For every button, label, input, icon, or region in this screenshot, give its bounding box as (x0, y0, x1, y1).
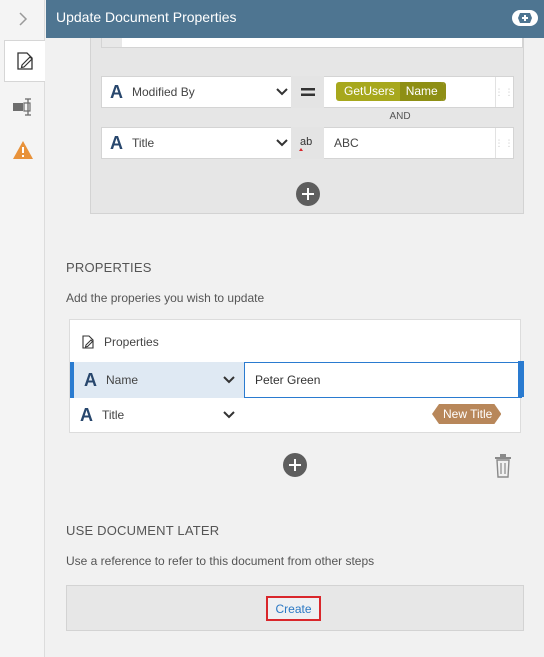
trash-icon[interactable] (494, 454, 512, 478)
use-later-section-description: Use a reference to refer to this documen… (66, 554, 375, 568)
properties-card-title: Properties (104, 335, 159, 349)
text-field-icon: A (84, 369, 97, 390)
chevron-down-icon (223, 411, 235, 419)
property-row: A Title New Title (70, 397, 520, 433)
property-field-label: Title (102, 408, 125, 422)
condition-field-label: Title (132, 136, 155, 150)
property-value-input[interactable]: Peter Green (244, 362, 522, 398)
properties-doc-icon (82, 335, 94, 349)
condition-value-field[interactable]: ABC (324, 128, 496, 158)
text-contains-icon[interactable]: ab (291, 127, 324, 159)
add-property-button[interactable] (283, 453, 307, 477)
property-value-text: Peter Green (255, 373, 321, 387)
chevron-down-icon (276, 139, 288, 147)
properties-card: Properties A Name Peter Green A Title Ne… (69, 319, 522, 433)
expand-chevron-icon[interactable] (0, 0, 45, 38)
condition-row: A Title ab ABC ⋮⋮ (101, 127, 514, 159)
property-value-field[interactable]: New Title (244, 397, 520, 433)
condition-value-text: ABC (334, 136, 359, 150)
text-field-icon: A (80, 404, 93, 425)
create-reference-link[interactable]: Create (266, 596, 321, 621)
properties-section-description: Add the properies you wish to update (66, 291, 265, 305)
property-field-select[interactable]: A Name (70, 362, 244, 398)
warning-icon[interactable] (0, 136, 45, 164)
variable-token[interactable]: GetUsers Name (336, 82, 444, 101)
condition-field-select[interactable]: A Title (102, 128, 291, 158)
property-field-select[interactable]: A Title (70, 397, 244, 433)
use-later-section-title: USE DOCUMENT LATER (66, 523, 220, 538)
token-source: GetUsers (336, 82, 400, 101)
drag-handle-icon[interactable]: ⋮⋮ (495, 128, 514, 158)
property-row: A Name Peter Green (70, 362, 522, 398)
panel-title: Update Document Properties (56, 9, 237, 25)
chevron-down-icon (276, 88, 288, 96)
new-title-token[interactable]: New Title (432, 404, 501, 424)
row-selection-marker (518, 361, 524, 397)
condition-field-label: Modified By (132, 85, 195, 99)
svg-text:ab: ab (300, 136, 312, 148)
text-field-icon: A (110, 132, 123, 153)
properties-section-title: PROPERTIES (66, 260, 152, 275)
condition-value-field[interactable]: GetUsers Name (324, 77, 496, 107)
properties-card-header: Properties (80, 334, 159, 350)
chevron-down-icon (223, 376, 235, 384)
token-property: Name (399, 82, 444, 101)
panel-header: Update Document Properties (46, 0, 544, 38)
drag-handle-icon[interactable]: ⋮⋮ (495, 77, 514, 107)
condition-field-select[interactable]: A Modified By (102, 77, 291, 107)
properties-tab-icon[interactable] (4, 40, 45, 82)
equals-icon[interactable] (291, 76, 324, 108)
add-condition-button[interactable] (296, 182, 320, 206)
left-rail (0, 0, 45, 657)
and-joiner: AND (389, 111, 411, 122)
condition-row-partial (101, 38, 523, 48)
settings-panel-icon[interactable] (0, 93, 45, 121)
condition-row: A Modified By GetUsers Name ⋮⋮ (101, 76, 514, 108)
property-field-label: Name (106, 373, 139, 387)
conditions-box: A Modified By GetUsers Name ⋮⋮ AND A Tit… (90, 38, 524, 214)
text-field-icon: A (110, 81, 123, 102)
add-panel-icon[interactable] (512, 10, 538, 26)
